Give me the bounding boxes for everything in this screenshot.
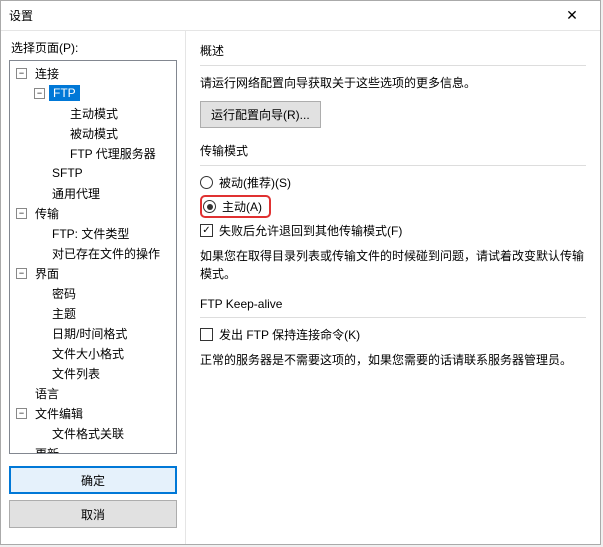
left-pane: 选择页面(P): − 连接 − FTP 主动模式 (1, 31, 186, 544)
keepalive-section: FTP Keep-alive 发出 FTP 保持连接命令(K) 正常的服务器是不… (200, 297, 586, 369)
checkbox-icon (200, 328, 213, 341)
radio-icon (200, 176, 213, 189)
collapse-icon[interactable]: − (16, 408, 27, 419)
tree-item-active-mode[interactable]: 主动模式 (10, 103, 176, 123)
checkbox-icon: ✓ (200, 224, 213, 237)
close-icon: ✕ (566, 7, 578, 24)
radio-passive[interactable]: 被动(推荐)(S) (200, 174, 586, 191)
checkbox-keepalive[interactable]: 发出 FTP 保持连接命令(K) (200, 326, 586, 343)
collapse-icon[interactable]: − (16, 68, 27, 79)
tree-item-passive-mode[interactable]: 被动模式 (10, 123, 176, 143)
tree-item-language[interactable]: 语言 (10, 383, 176, 403)
transfer-mode-section: 传输模式 被动(推荐)(S) 主动(A) ✓ 失败后允许退回到其他传输模式(F) (200, 142, 586, 283)
ok-button[interactable]: 确定 (9, 466, 177, 494)
tree-item-filelist[interactable]: 文件列表 (10, 363, 176, 383)
right-pane: 概述 请运行网络配置向导获取关于这些选项的更多信息。 运行配置向导(R)... … (186, 31, 600, 544)
tree-root: − 连接 − FTP 主动模式 被动模式 (10, 61, 176, 454)
tree-item-theme[interactable]: 主题 (10, 303, 176, 323)
select-page-label: 选择页面(P): (1, 31, 185, 60)
tree-item-ftp-proxy[interactable]: FTP 代理服务器 (10, 143, 176, 163)
tree-item-filesize[interactable]: 文件大小格式 (10, 343, 176, 363)
run-wizard-button[interactable]: 运行配置向导(R)... (200, 101, 321, 128)
keepalive-title: FTP Keep-alive (200, 297, 586, 311)
tree-item-password[interactable]: 密码 (10, 283, 176, 303)
dialog-body: 选择页面(P): − 连接 − FTP 主动模式 (1, 31, 600, 544)
divider (200, 317, 586, 318)
checkbox-fallback[interactable]: ✓ 失败后允许退回到其他传输模式(F) (200, 222, 586, 239)
tree-item-file-exists[interactable]: 对已存在文件的操作 (10, 243, 176, 263)
radio-active[interactable]: 主动(A) (203, 198, 262, 215)
tree-item-ftp-filetypes[interactable]: FTP: 文件类型 (10, 223, 176, 243)
overview-title: 概述 (200, 42, 586, 59)
window-title: 设置 (9, 7, 552, 24)
divider (200, 165, 586, 166)
keepalive-note: 正常的服务器是不需要这项的，如果您需要的话请联系服务器管理员。 (200, 351, 586, 369)
tree-item-update[interactable]: 更新 (10, 443, 176, 454)
dialog-buttons: 确定 取消 (1, 460, 185, 544)
collapse-icon[interactable]: − (34, 88, 45, 99)
highlight-active: 主动(A) (200, 195, 271, 218)
cancel-button[interactable]: 取消 (9, 500, 177, 528)
radio-icon (203, 200, 216, 213)
tree-item-transfer[interactable]: − 传输 (10, 203, 176, 223)
tree-item-interface[interactable]: − 界面 (10, 263, 176, 283)
tree-item-file-assoc[interactable]: 文件格式关联 (10, 423, 176, 443)
tree-item-generic-proxy[interactable]: 通用代理 (10, 183, 176, 203)
overview-section: 概述 请运行网络配置向导获取关于这些选项的更多信息。 运行配置向导(R)... (200, 42, 586, 128)
tree-item-file-edit[interactable]: − 文件编辑 (10, 403, 176, 423)
collapse-icon[interactable]: − (16, 268, 27, 279)
titlebar: 设置 ✕ (1, 1, 600, 31)
page-tree[interactable]: − 连接 − FTP 主动模式 被动模式 (9, 60, 177, 454)
tree-item-sftp[interactable]: SFTP (10, 163, 176, 183)
settings-dialog: 设置 ✕ 选择页面(P): − 连接 − FTP (0, 0, 601, 545)
tree-item-connection[interactable]: − 连接 (10, 63, 176, 83)
transfer-mode-note: 如果您在取得目录列表或传输文件的时候碰到问题，请试着改变默认传输模式。 (200, 247, 586, 283)
collapse-icon[interactable]: − (16, 208, 27, 219)
tree-item-ftp[interactable]: − FTP (10, 83, 176, 103)
divider (200, 65, 586, 66)
overview-desc: 请运行网络配置向导获取关于这些选项的更多信息。 (200, 74, 586, 91)
close-button[interactable]: ✕ (552, 2, 592, 30)
transfer-mode-title: 传输模式 (200, 142, 586, 159)
tree-item-datetime[interactable]: 日期/时间格式 (10, 323, 176, 343)
